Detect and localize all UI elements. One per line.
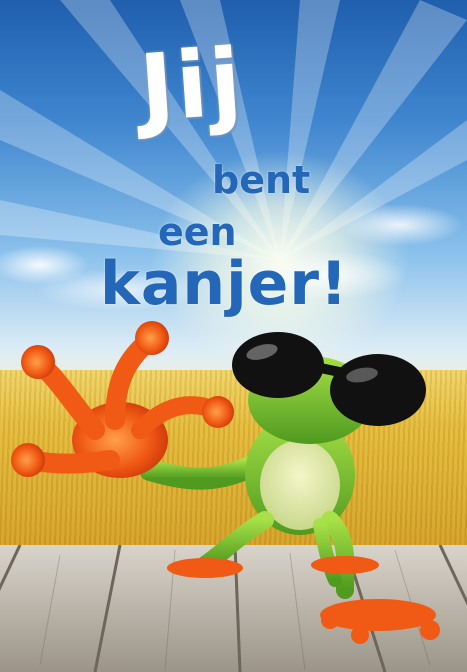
text-bent: bent xyxy=(212,158,311,202)
greeting-card: Jij bent een kanjer! xyxy=(0,0,467,672)
title-jij: Jij xyxy=(136,28,247,143)
frog-with-sunglasses xyxy=(11,321,440,644)
text-een: een xyxy=(158,210,237,254)
text-kanjer: kanjer! xyxy=(100,249,349,319)
